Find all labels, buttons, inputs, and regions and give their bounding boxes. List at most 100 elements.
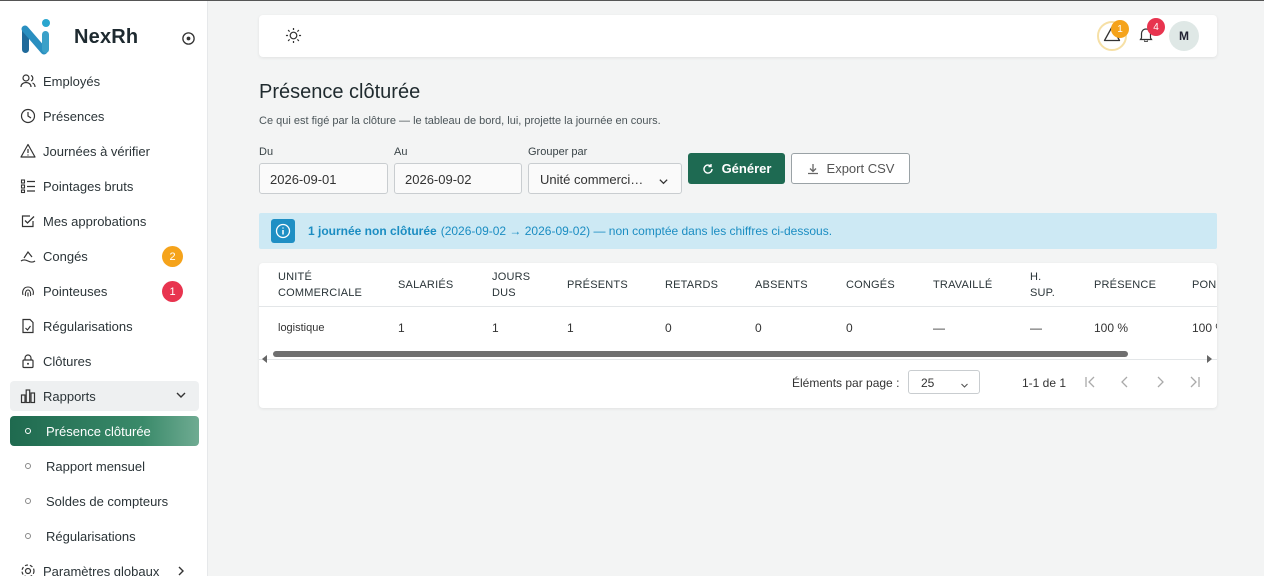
fingerprint-icon: [20, 283, 36, 299]
alert-strong: 1 journée non clôturée: [308, 224, 437, 238]
sidebar-subitem-rapport-mensuel[interactable]: Rapport mensuel: [10, 451, 199, 481]
theme-toggle-sun-icon[interactable]: [285, 27, 302, 49]
nexrh-logo-icon: [20, 17, 56, 57]
sidebar-item-label: Régularisations: [46, 528, 136, 544]
warning-count-badge: 1: [1111, 20, 1129, 38]
last-page-icon[interactable]: [1187, 374, 1203, 390]
chevron-down-icon: [658, 175, 669, 190]
sidebar-subitem-soldes[interactable]: Soldes de compteurs: [10, 486, 199, 516]
sidebar-item-label: Rapport mensuel: [46, 458, 145, 474]
sidebar-item-clotures[interactable]: Clôtures: [10, 346, 199, 376]
sidebar-item-label: Soldes de compteurs: [46, 493, 169, 509]
sidebar-item-conges[interactable]: Congés 2: [10, 241, 199, 271]
alert-text: (2026-09-02 → 2026-09-02) — non comptée …: [440, 224, 833, 238]
sidebar-item-label: Congés: [43, 248, 88, 264]
circle-icon: [25, 498, 31, 504]
topbar: 1 4 M: [259, 15, 1217, 57]
cell-presents: 1: [567, 321, 574, 335]
document-icon: [20, 318, 36, 334]
sidebar-item-pointages[interactable]: Pointages bruts: [10, 171, 199, 201]
sidebar-item-parametres[interactable]: Paramètres globaux: [10, 556, 199, 576]
horizontal-scrollbar[interactable]: [259, 348, 1217, 363]
sidebar-item-pointeuses[interactable]: Pointeuses 1: [10, 276, 199, 306]
sidebar-item-approbations[interactable]: Mes approbations: [10, 206, 199, 236]
cell-travaille: —: [933, 321, 945, 335]
bar-chart-icon: [20, 388, 36, 404]
cell-ponctualite: 100 %: [1192, 321, 1217, 335]
col-conges[interactable]: CONGÉS: [846, 263, 895, 307]
page-size-value: 25: [921, 376, 935, 390]
page-size-select[interactable]: 25: [908, 370, 980, 394]
sidebar-item-label: Régularisations: [43, 318, 133, 334]
export-csv-button[interactable]: Export CSV: [791, 153, 910, 184]
previous-page-icon[interactable]: [1117, 374, 1133, 390]
notifications-button[interactable]: 4: [1131, 18, 1165, 51]
col-unite[interactable]: UNITÉ COMMERCIALE: [278, 263, 362, 307]
info-icon: [271, 219, 295, 243]
sidebar-item-label: Employés: [43, 73, 101, 89]
export-label: Export CSV: [826, 161, 895, 176]
avatar[interactable]: M: [1169, 21, 1199, 51]
to-label: Au: [394, 146, 408, 158]
page-size-label: Éléments par page :: [792, 376, 900, 390]
first-page-icon[interactable]: [1082, 374, 1098, 390]
beach-icon: [20, 248, 36, 264]
sidebar-subitem-regularisations[interactable]: Régularisations: [10, 521, 199, 551]
col-presence[interactable]: PRÉSENCE: [1094, 263, 1156, 307]
group-by-select[interactable]: Unité commerci…: [528, 163, 682, 194]
next-page-icon[interactable]: [1152, 374, 1168, 390]
page-subtitle: Ce qui est figé par la clôture — le tabl…: [259, 115, 661, 127]
sidebar: NexRh Employés Présences Journées à véri…: [0, 1, 208, 576]
sidebar-item-presences[interactable]: Présences: [10, 101, 199, 131]
col-absents[interactable]: ABSENTS: [755, 263, 808, 307]
col-heures-sup[interactable]: H. SUP.: [1030, 263, 1055, 307]
sidebar-item-journees[interactable]: Journées à vérifier: [10, 136, 199, 166]
cell-unite: logistique: [278, 322, 325, 334]
to-date-value: 2026-09-02: [405, 172, 472, 187]
checkbox-icon: [20, 213, 36, 229]
sidebar-item-employes[interactable]: Employés: [10, 66, 199, 96]
col-ponctualite[interactable]: PONC: [1192, 263, 1217, 307]
settings-icon: [20, 563, 36, 576]
report-table-card: UNITÉ COMMERCIALE SALARIÉS JOURS DUS PRÉSE…: [259, 263, 1217, 408]
sidebar-item-regularisations[interactable]: Régularisations: [10, 311, 199, 341]
users-icon: [20, 73, 36, 89]
circle-icon: [25, 533, 31, 539]
col-salaries[interactable]: SALARIÉS: [398, 263, 453, 307]
to-date-input[interactable]: 2026-09-02: [394, 163, 522, 194]
topbar-actions: 1 4 M: [1093, 18, 1199, 51]
cell-absents: 0: [755, 321, 762, 335]
cell-retards: 0: [665, 321, 672, 335]
col-jours-dus[interactable]: JOURS DUS: [492, 263, 530, 307]
sidebar-subitem-presence-cloturee[interactable]: Présence clôturée: [10, 416, 199, 446]
chevron-right-icon: [175, 565, 187, 576]
refresh-icon: [702, 163, 714, 175]
sidebar-item-label: Mes approbations: [43, 213, 147, 229]
group-label: Grouper par: [528, 146, 588, 158]
col-travaille[interactable]: TRAVAILLÉ: [933, 263, 992, 307]
table-row[interactable]: logistique 1 1 1 0 0 0 — — 100 % 100 %: [259, 308, 1217, 348]
col-presents[interactable]: PRÉSENTS: [567, 263, 628, 307]
sidebar-item-label: Paramètres globaux: [43, 563, 160, 576]
sidebar-item-label: Pointages bruts: [43, 178, 134, 194]
from-label: Du: [259, 146, 274, 158]
chevron-down-icon: [960, 379, 969, 393]
sidebar-item-label: Présences: [43, 108, 105, 124]
sidebar-item-label: Pointeuses: [43, 283, 108, 299]
circle-icon: [25, 463, 31, 469]
brand-name: NexRh: [74, 25, 139, 48]
from-date-input[interactable]: 2026-09-01: [259, 163, 388, 194]
col-retards[interactable]: RETARDS: [665, 263, 718, 307]
sidebar-group-rapports[interactable]: Rapports: [10, 381, 199, 411]
scrollbar-thumb[interactable]: [273, 351, 1128, 357]
chevron-down-icon: [175, 389, 187, 404]
sidebar-toggle-icon[interactable]: [181, 31, 197, 47]
clock-icon: [20, 108, 36, 124]
sidebar-item-label: Rapports: [43, 388, 96, 404]
warnings-button[interactable]: 1: [1097, 20, 1129, 51]
generate-button[interactable]: Générer: [688, 153, 785, 184]
sidebar-nav: Employés Présences Journées à vérifier P…: [10, 66, 199, 576]
page-range: 1-1 de 1: [1022, 376, 1067, 390]
brand[interactable]: NexRh: [20, 15, 200, 59]
cell-presence: 100 %: [1094, 321, 1129, 335]
